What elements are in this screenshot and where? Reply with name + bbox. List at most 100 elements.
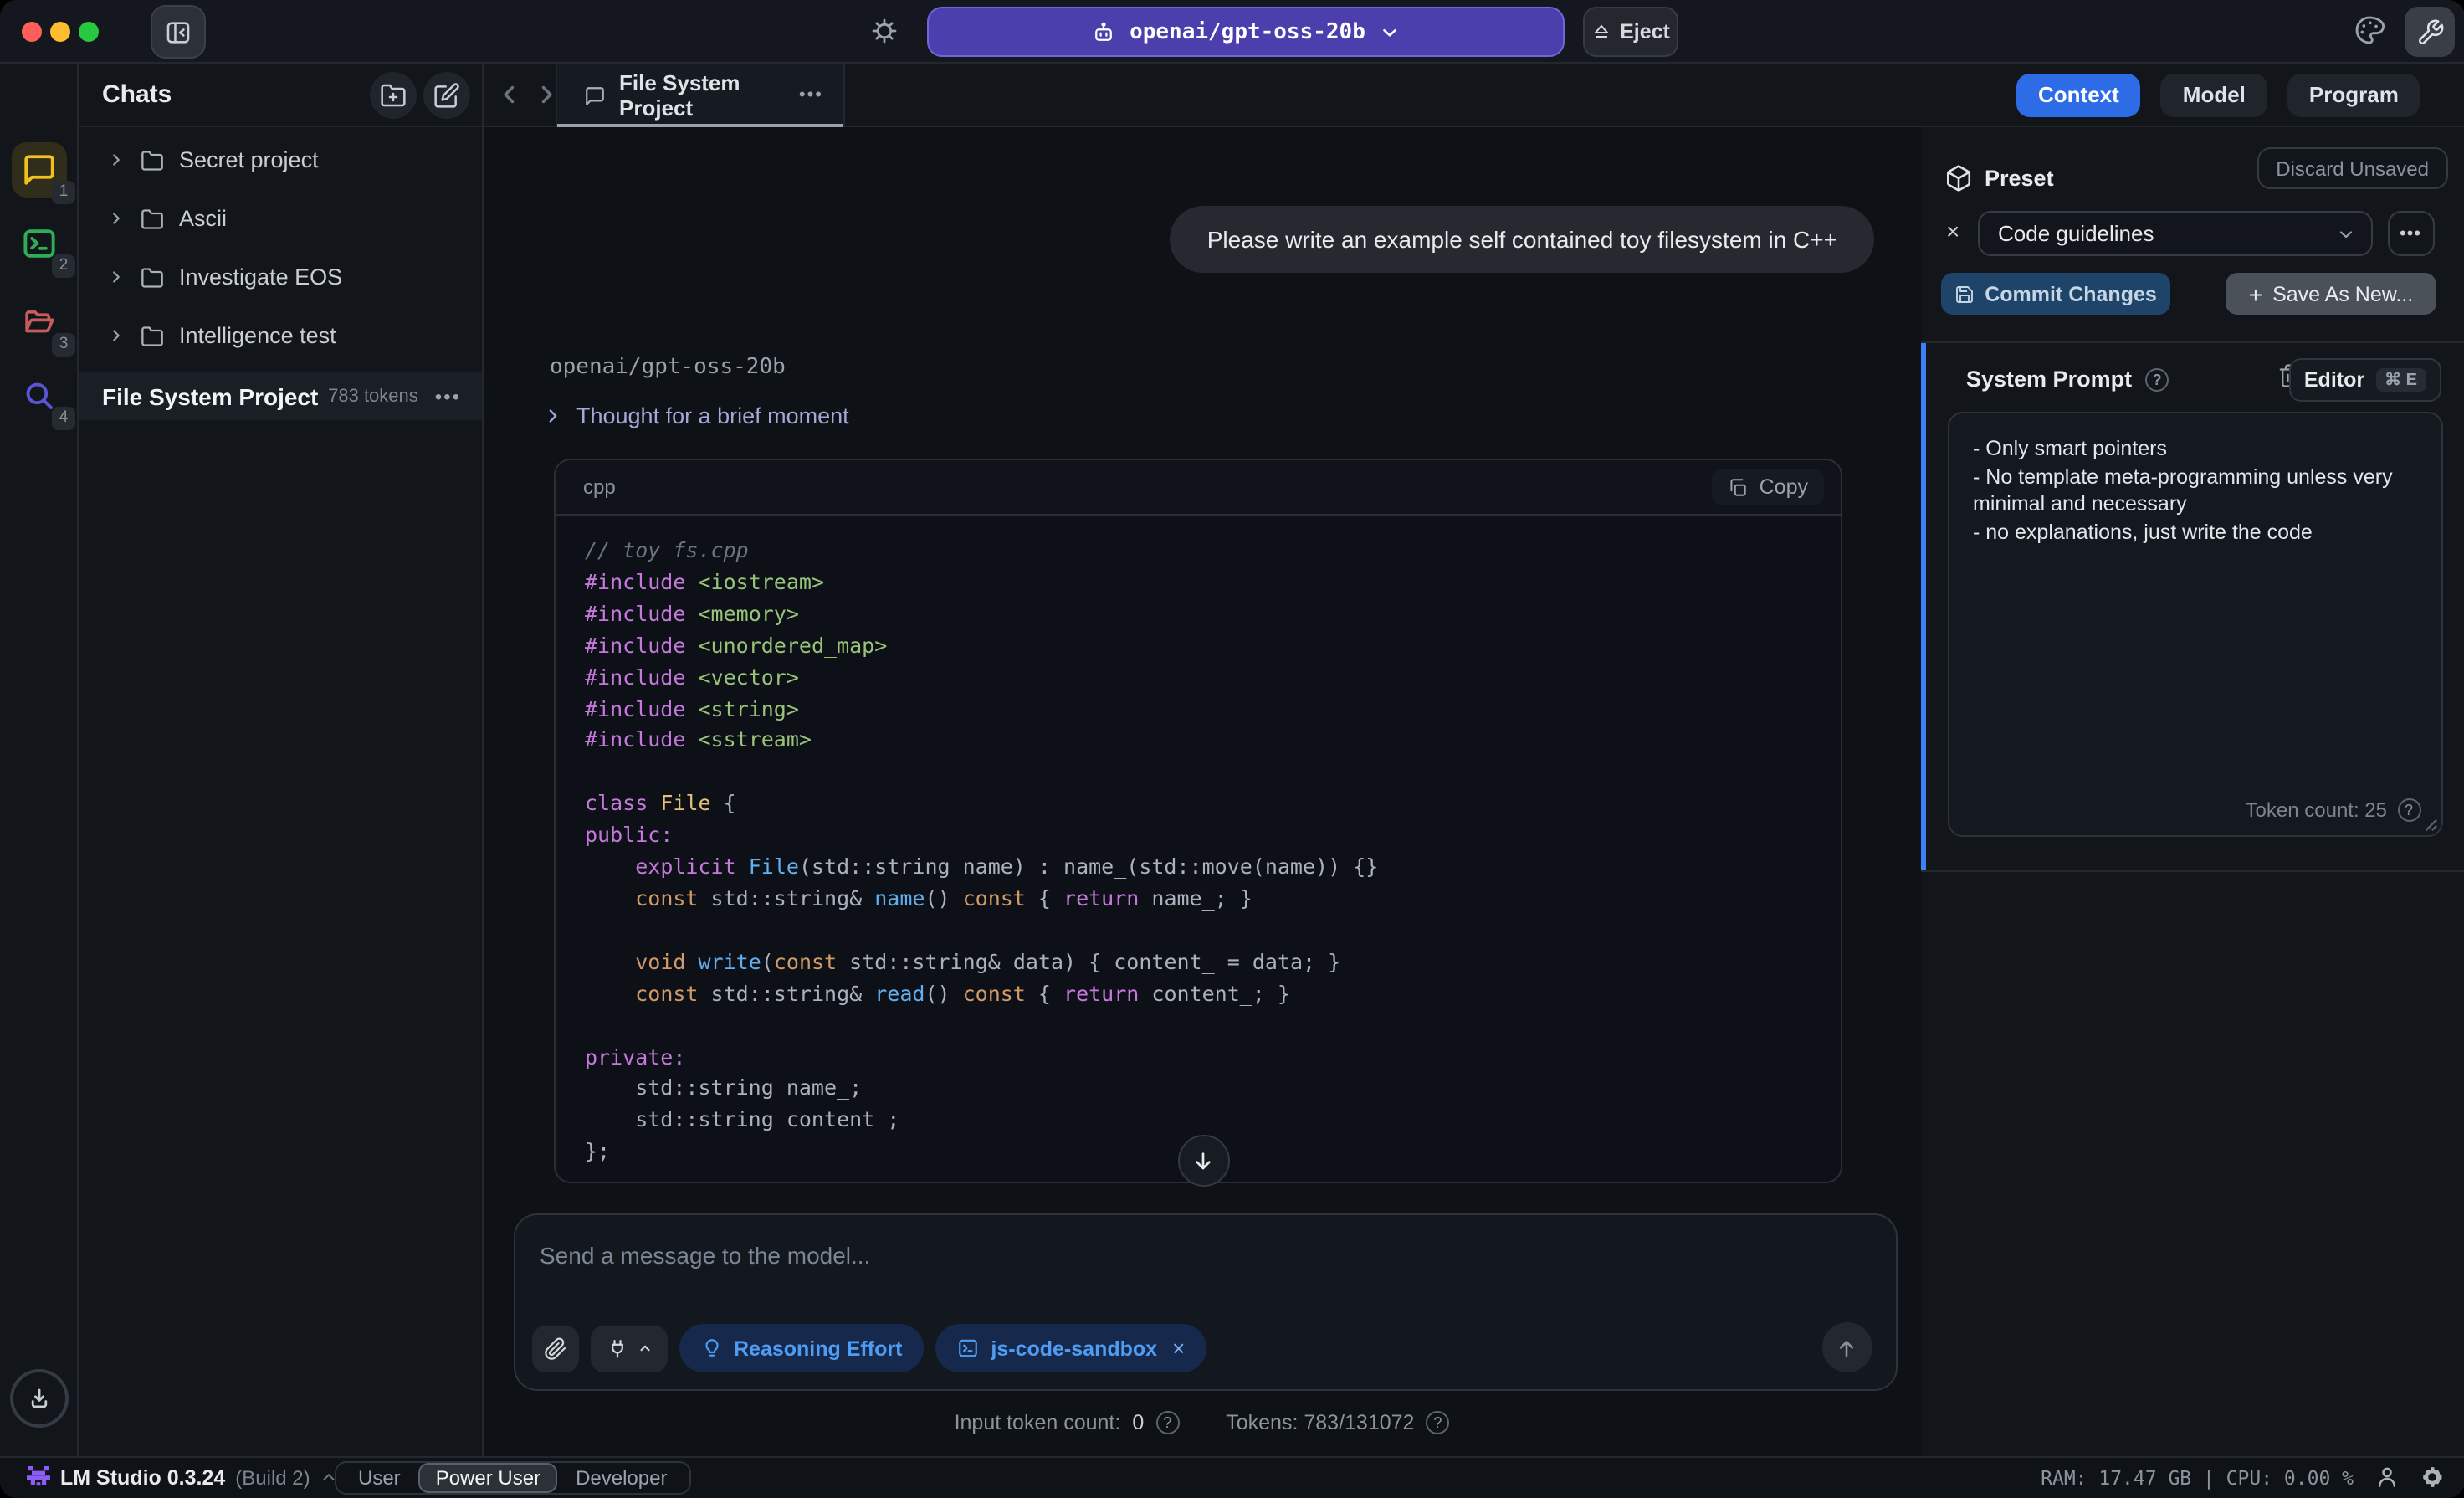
preset-selected-value: Code guidelines <box>1998 221 2154 246</box>
resize-handle[interactable] <box>2422 817 2437 832</box>
input-token-count: 0 <box>1132 1411 1144 1434</box>
downloads-button[interactable] <box>10 1368 69 1427</box>
user-account-icon[interactable] <box>2374 1465 2399 1490</box>
preset-select-dropdown[interactable]: Code guidelines <box>1978 211 2373 256</box>
code-line: public: <box>585 820 1810 852</box>
open-prompt-editor-button[interactable]: Editor ⌘ E <box>2289 358 2441 402</box>
search-icon <box>22 378 57 413</box>
nav-discover-button[interactable]: 4 <box>12 368 67 423</box>
nav-developer-button[interactable]: 2 <box>12 216 67 271</box>
robot-icon <box>1091 19 1116 44</box>
shortcut-badge: 2 <box>52 254 75 278</box>
composer-placeholder: Send a message to the model... <box>540 1242 870 1269</box>
scroll-to-bottom-button[interactable] <box>1177 1135 1229 1187</box>
system-prompt-textarea[interactable]: - Only smart pointers - No template meta… <box>1948 412 2442 837</box>
nav-my-models-button[interactable]: 3 <box>12 295 67 350</box>
chat-folder-row[interactable]: Secret project <box>79 131 481 189</box>
nav-chat-button[interactable]: 1 <box>12 142 67 198</box>
eject-icon <box>1591 22 1611 42</box>
developer-tools-button[interactable] <box>2405 7 2455 57</box>
eject-model-button[interactable]: Eject <box>1583 7 1678 57</box>
resource-usage-label: RAM: 17.47 GB | CPU: 0.00 % <box>2041 1466 2354 1490</box>
code-line: std::string name_; <box>585 1074 1810 1106</box>
mode-segmented-control: User Power User Developer <box>335 1461 690 1495</box>
status-bar: LM Studio 0.3.24 (Build 2) User Power Us… <box>0 1455 2464 1498</box>
chat-options-button[interactable]: ••• <box>435 384 461 408</box>
preset-options-button[interactable]: ••• <box>2387 211 2434 256</box>
collapse-sidebar-button[interactable] <box>151 5 206 59</box>
mode-power-user[interactable]: Power User <box>419 1463 557 1493</box>
shortcut-badge: 1 <box>52 181 75 204</box>
download-icon <box>25 1383 54 1412</box>
js-code-sandbox-pill[interactable]: js-code-sandbox × <box>935 1324 1206 1372</box>
attach-file-button[interactable] <box>531 1325 578 1372</box>
shortcut-badge: 4 <box>52 407 75 430</box>
plugins-button[interactable] <box>590 1325 667 1372</box>
title-bar: openai/gpt-oss-20b Eject <box>0 0 2464 64</box>
reasoning-effort-pill[interactable]: Reasoning Effort <box>679 1324 924 1372</box>
copy-code-button[interactable]: Copy <box>1713 469 1823 505</box>
nav-rail: 1 2 3 4 <box>0 64 79 1455</box>
eject-label: Eject <box>1620 20 1670 44</box>
tab-bar: File System Project ••• <box>483 64 1921 127</box>
chat-folder-row[interactable]: Ascii <box>79 189 481 248</box>
settings-gear-icon[interactable] <box>2419 1465 2444 1490</box>
folder-icon <box>141 207 164 230</box>
lm-studio-window: openai/gpt-oss-20b Eject <box>0 0 2464 1498</box>
folder-name: Investigate EOS <box>179 264 342 290</box>
package-box-icon <box>1944 164 1973 192</box>
token-stats-line: Input token count: 0 ? Tokens: 783/13107… <box>483 1411 1921 1434</box>
help-circle-icon[interactable]: ? <box>1426 1411 1449 1434</box>
build-label: (Build 2) <box>235 1466 310 1490</box>
save-as-new-button[interactable]: + Save As New... <box>2226 273 2436 315</box>
help-circle-icon[interactable]: ? <box>1155 1411 1179 1434</box>
code-line: #include <string> <box>585 694 1810 726</box>
save-icon <box>1954 284 1975 304</box>
message-composer[interactable]: Send a message to the model... <box>513 1213 1897 1391</box>
chat-folder-row[interactable]: Investigate EOS <box>79 248 481 306</box>
close-window-button[interactable] <box>22 22 42 42</box>
clear-preset-button[interactable]: × <box>1946 218 1959 244</box>
commit-changes-button[interactable]: Commit Changes <box>1941 273 2170 315</box>
back-button[interactable] <box>494 80 523 109</box>
chevron-down-icon <box>2336 223 2356 244</box>
preset-title: Preset <box>1985 166 2054 191</box>
code-line: class File { <box>585 789 1810 821</box>
arrow-down-icon <box>1190 1147 1217 1174</box>
tab-options-button[interactable]: ••• <box>799 85 823 105</box>
minimize-window-button[interactable] <box>50 22 70 42</box>
composer-toolbar: Reasoning Effort js-code-sandbox × <box>531 1324 1206 1372</box>
zoom-window-button[interactable] <box>79 22 99 42</box>
new-folder-button[interactable] <box>370 72 417 119</box>
section-divider <box>1921 341 2464 343</box>
lightbulb-icon <box>700 1337 722 1359</box>
help-circle-icon[interactable]: ? <box>2145 367 2169 391</box>
tab-program[interactable]: Program <box>2287 73 2420 116</box>
chevron-right-icon <box>107 268 126 286</box>
model-selector-dropdown[interactable]: openai/gpt-oss-20b <box>927 7 1565 57</box>
tab-context[interactable]: Context <box>2016 73 2141 116</box>
thought-toggle[interactable]: Thought for a brief moment <box>543 403 849 428</box>
send-message-button[interactable] <box>1821 1322 1872 1372</box>
reasoning-effort-label: Reasoning Effort <box>734 1336 902 1360</box>
settings-gear-button[interactable] <box>867 13 902 49</box>
shortcut-badge: 3 <box>52 333 75 357</box>
code-line: #include <sstream> <box>585 726 1810 757</box>
remove-sandbox-button[interactable]: × <box>1172 1336 1185 1361</box>
code-line: void write(const std::string& data) { co… <box>585 947 1810 979</box>
tab-model[interactable]: Model <box>2161 73 2267 116</box>
folder-plus-icon <box>380 82 407 109</box>
chat-folder-row[interactable]: Intelligence test <box>79 306 481 365</box>
new-chat-button[interactable] <box>423 72 470 119</box>
theme-palette-button[interactable] <box>2353 13 2386 47</box>
code-language-label: cpp <box>583 475 616 499</box>
code-content: // toy_fs.cpp#include <iostream>#include… <box>555 516 1840 1183</box>
tab-file-system-project[interactable]: File System Project ••• <box>556 64 845 127</box>
discard-unsaved-button[interactable]: Discard Unsaved <box>2257 147 2447 189</box>
folder-name: Ascii <box>179 206 227 231</box>
mode-user[interactable]: User <box>343 1465 416 1491</box>
help-circle-icon[interactable]: ? <box>2397 798 2420 822</box>
chat-item-selected[interactable]: File System Project 783 tokens ••• <box>79 372 481 420</box>
code-line: const std::string& read() const { return… <box>585 978 1810 1010</box>
mode-developer[interactable]: Developer <box>561 1465 682 1491</box>
